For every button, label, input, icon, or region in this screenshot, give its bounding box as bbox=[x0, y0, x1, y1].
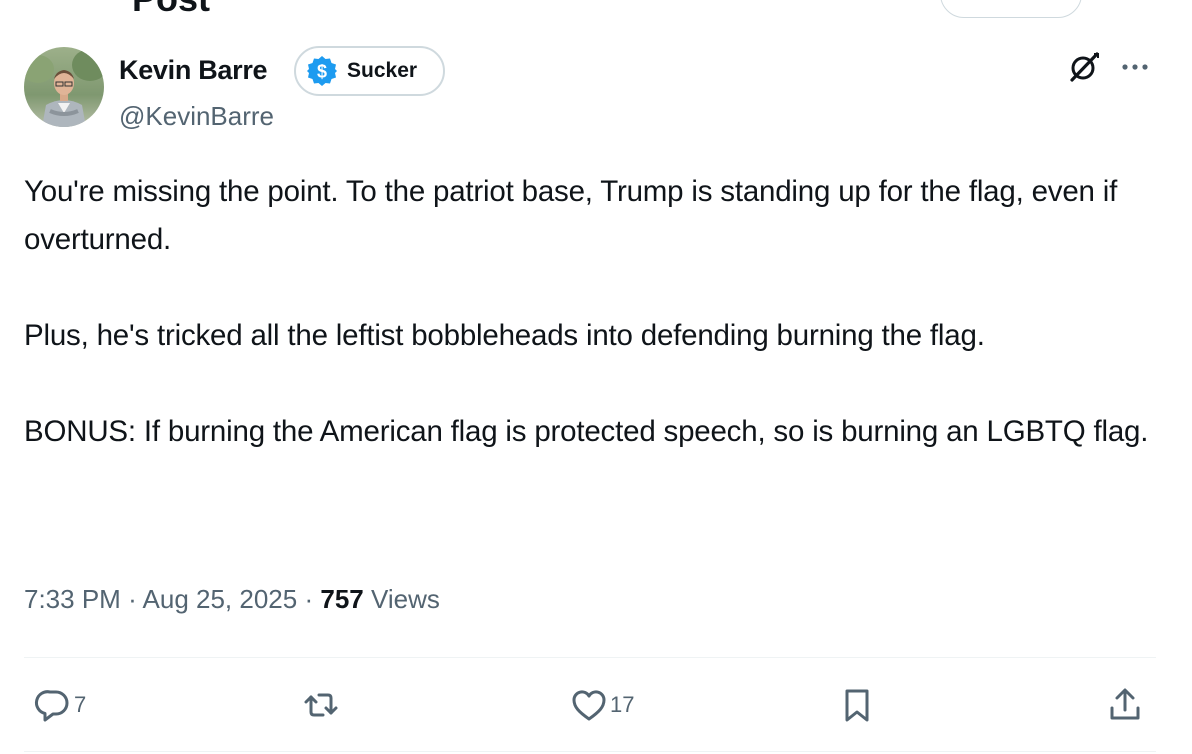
badge-label: Sucker bbox=[347, 59, 418, 82]
author-display-name[interactable]: Kevin Barre bbox=[119, 55, 268, 86]
dollar-coin-icon: $ bbox=[307, 56, 337, 86]
share-action-button[interactable] bbox=[1106, 682, 1144, 728]
back-arrow-icon[interactable] bbox=[30, 0, 70, 6]
top-bar-icon[interactable] bbox=[1100, 0, 1114, 4]
more-options-icon[interactable] bbox=[1118, 52, 1152, 82]
top-navigation-bar: Post bbox=[0, 0, 1192, 22]
views-label: Views bbox=[371, 584, 440, 614]
heart-icon bbox=[572, 690, 606, 721]
subscription-badge[interactable]: $ Sucker bbox=[294, 46, 445, 96]
divider bbox=[24, 751, 1156, 752]
page-title: Post bbox=[132, 0, 210, 20]
avatar[interactable] bbox=[24, 47, 104, 127]
bookmark-icon bbox=[845, 689, 869, 722]
tweet-time[interactable]: 7:33 PM bbox=[24, 584, 121, 614]
divider bbox=[24, 657, 1156, 658]
tweet-text: You're missing the point. To the patriot… bbox=[24, 168, 1174, 456]
repost-action-button[interactable] bbox=[302, 682, 340, 728]
reply-count: 7 bbox=[74, 692, 87, 717]
like-action-button[interactable]: 17 bbox=[570, 682, 634, 728]
repost-icon bbox=[304, 693, 338, 717]
tweet-paragraph: You're missing the point. To the patriot… bbox=[24, 175, 1118, 256]
share-icon bbox=[1110, 688, 1140, 720]
reply-icon bbox=[35, 690, 69, 722]
like-count: 17 bbox=[610, 692, 635, 717]
tweet-paragraph: BONUS: If burning the American flag is p… bbox=[24, 415, 1149, 448]
grok-icon[interactable] bbox=[1067, 50, 1101, 84]
bookmark-action-button[interactable] bbox=[838, 682, 876, 728]
reply-button[interactable] bbox=[940, 0, 1082, 18]
meta-separator: · bbox=[128, 584, 137, 614]
avatar-photo bbox=[24, 47, 104, 127]
svg-text:$: $ bbox=[317, 62, 327, 82]
views-count: 757 bbox=[320, 584, 364, 614]
author-handle[interactable]: @KevinBarre bbox=[119, 101, 274, 132]
tweet-meta: 7:33 PM · Aug 25, 2025 · 757 Views bbox=[24, 584, 440, 615]
reply-action-button[interactable]: 7 bbox=[34, 682, 86, 728]
tweet-paragraph: Plus, he's tricked all the leftist bobbl… bbox=[24, 319, 985, 352]
meta-separator: · bbox=[304, 584, 314, 614]
tweet-date[interactable]: Aug 25, 2025 bbox=[143, 584, 298, 614]
post-page: Post Kevin Barre bbox=[0, 0, 1192, 754]
